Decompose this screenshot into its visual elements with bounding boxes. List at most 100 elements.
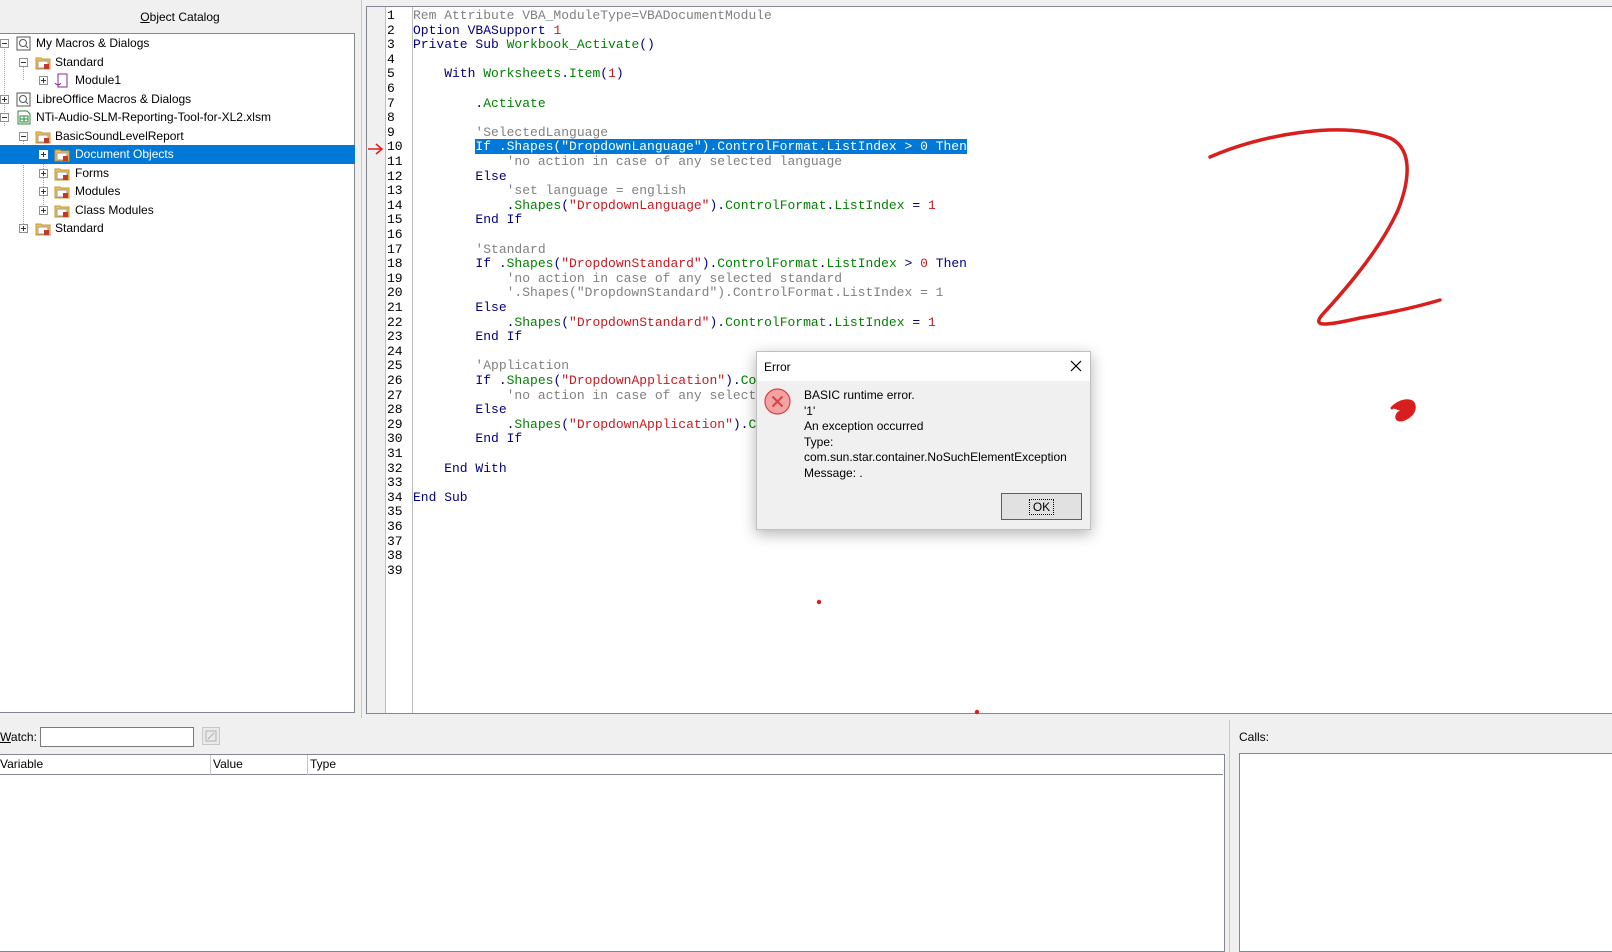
line-number: 5 <box>387 66 395 82</box>
code-line: '.Shapes("DropdownStandard").ControlForm… <box>413 286 944 301</box>
line-number: 10 <box>387 139 403 155</box>
expand-icon[interactable] <box>39 76 48 85</box>
tree-item-modules[interactable]: Modules <box>0 182 355 201</box>
tree-item-label: Module1 <box>75 73 122 87</box>
code-token: With <box>413 66 484 82</box>
line-number: 26 <box>387 373 403 388</box>
tree-item-my-macros[interactable]: My Macros & Dialogs <box>0 34 355 53</box>
watch-input[interactable] <box>40 727 194 747</box>
line-numbers: 1 2 3 4 5 6 7 8 9 10 11 12 13 14 15 16 17 18 19 20 21 22 23 24 2… <box>386 7 413 713</box>
collapse-icon[interactable] <box>0 39 9 48</box>
watch-label: Watch: <box>0 730 37 744</box>
tree-item-label: Forms <box>75 165 109 180</box>
collapse-icon[interactable] <box>19 131 28 141</box>
line-number: 32 <box>387 460 403 476</box>
remove-watch-button[interactable] <box>202 727 220 745</box>
expand-icon[interactable] <box>39 168 48 178</box>
column-header-variable[interactable]: Variable <box>0 757 43 771</box>
code-token: "DropdownStandard" <box>569 314 710 330</box>
code-token: 1 <box>927 314 936 330</box>
code-token: Shapes <box>514 197 562 213</box>
code-line: 'Standard <box>413 241 546 258</box>
line-number: 6 <box>387 81 395 96</box>
object-catalog-tree[interactable]: My Macros & Dialogs Standard Module1 Lib… <box>0 33 355 713</box>
line-number: 35 <box>387 504 403 520</box>
folder-icon <box>54 168 70 180</box>
line-number: 8 <box>387 110 395 126</box>
code-token: ControlFormat <box>725 197 827 213</box>
code-token: Private Sub <box>413 37 507 53</box>
code-token: ( <box>561 416 570 432</box>
code-token: 'no action in case of any select <box>413 387 757 403</box>
code-line: .Shapes("DropdownStandard").ControlForma… <box>413 314 936 331</box>
code-token: 'no action in case of any selected langu… <box>413 154 843 169</box>
tree-item-standard-doc[interactable]: Standard <box>0 219 355 238</box>
calls-list[interactable] <box>1239 753 1612 952</box>
expand-icon[interactable] <box>39 187 48 196</box>
watch-table-header: Variable Value Type <box>0 755 1223 775</box>
watch-table[interactable]: Variable Value Type <box>0 754 1225 952</box>
line-number: 18 <box>387 256 403 272</box>
tree-item-module1[interactable]: Module1 <box>0 71 355 90</box>
code-token: ). <box>709 197 726 213</box>
column-divider[interactable] <box>307 755 308 775</box>
code-token: "DropdownApplication" <box>569 416 733 432</box>
column-divider[interactable] <box>210 755 211 775</box>
watch-panel: Watch: Variable Value Type <box>0 720 1230 952</box>
code-token: ( <box>561 197 570 213</box>
line-number: 4 <box>387 51 395 67</box>
expand-icon[interactable] <box>0 94 9 104</box>
close-icon[interactable] <box>1068 358 1084 374</box>
column-header-type[interactable]: Type <box>310 757 336 771</box>
code-token: ControlFormat <box>725 314 827 330</box>
tree-item-class-modules[interactable]: Class Modules <box>0 201 355 220</box>
line-number: 33 <box>387 475 403 491</box>
line-number: 11 <box>387 154 403 169</box>
ok-button[interactable]: OK <box>1001 493 1082 520</box>
tree-item-basicsoundlevelreport[interactable]: BasicSoundLevelReport <box>0 127 355 146</box>
tree-item-document-objects[interactable]: Document Objects <box>0 145 355 164</box>
object-catalog-panel: Object Catalog My Macros & Dialogs Stand… <box>0 0 362 718</box>
tree-item-forms[interactable]: Forms <box>0 164 355 183</box>
module-icon <box>54 73 68 88</box>
expand-icon[interactable] <box>19 224 28 233</box>
line-number: 3 <box>387 37 395 53</box>
current-line-arrow-icon <box>368 143 384 155</box>
collapse-icon[interactable] <box>0 113 9 122</box>
breakpoint-gutter[interactable] <box>367 7 386 713</box>
tree-item-xlsm-document[interactable]: NTi-Audio-SLM-Reporting-Tool-for-XL2.xls… <box>0 108 355 127</box>
line-number: 28 <box>387 402 403 418</box>
code-token: "DropdownApplication" <box>561 373 726 388</box>
expand-icon[interactable] <box>39 150 48 159</box>
code-line: Private Sub Workbook_Activate() <box>413 37 655 53</box>
code-token: Worksheets <box>483 66 562 82</box>
tree-item-libreoffice-macros[interactable]: LibreOffice Macros & Dialogs <box>0 90 355 109</box>
code-token: End If <box>413 212 523 228</box>
code-token: Shapes <box>506 256 554 272</box>
code-line: End If <box>413 329 523 345</box>
dialog-message: BASIC runtime error. '1' An exception oc… <box>804 388 1090 481</box>
tree-item-label: Modules <box>75 184 121 198</box>
line-number: 37 <box>387 533 403 549</box>
code-token: 0 <box>920 256 928 272</box>
object-catalog-title: Object Catalog <box>140 10 220 24</box>
code-line: 'no action in case of any select <box>413 387 757 404</box>
tree-item-label: BasicSoundLevelReport <box>55 128 184 143</box>
code-token: "DropdownLanguage" <box>569 197 710 213</box>
line-number: 1 <box>387 8 395 23</box>
code-token: Shapes <box>514 314 562 330</box>
code-token: 'Standard <box>413 241 546 257</box>
code-token: 1 <box>927 197 936 213</box>
dialog-titlebar[interactable]: Error <box>757 352 1090 381</box>
code-token: End If <box>413 329 523 345</box>
code-token: End Sub <box>413 489 468 505</box>
code-line: With Worksheets.Item(1) <box>413 67 624 82</box>
code-token: If . <box>413 373 507 388</box>
expand-icon[interactable] <box>39 205 48 215</box>
tree-item-standard[interactable]: Standard <box>0 53 355 72</box>
collapse-icon[interactable] <box>19 57 28 67</box>
folder-icon <box>54 149 70 162</box>
line-number: 17 <box>387 241 403 257</box>
code-line: End Sub <box>413 489 468 506</box>
column-header-value[interactable]: Value <box>213 757 243 771</box>
